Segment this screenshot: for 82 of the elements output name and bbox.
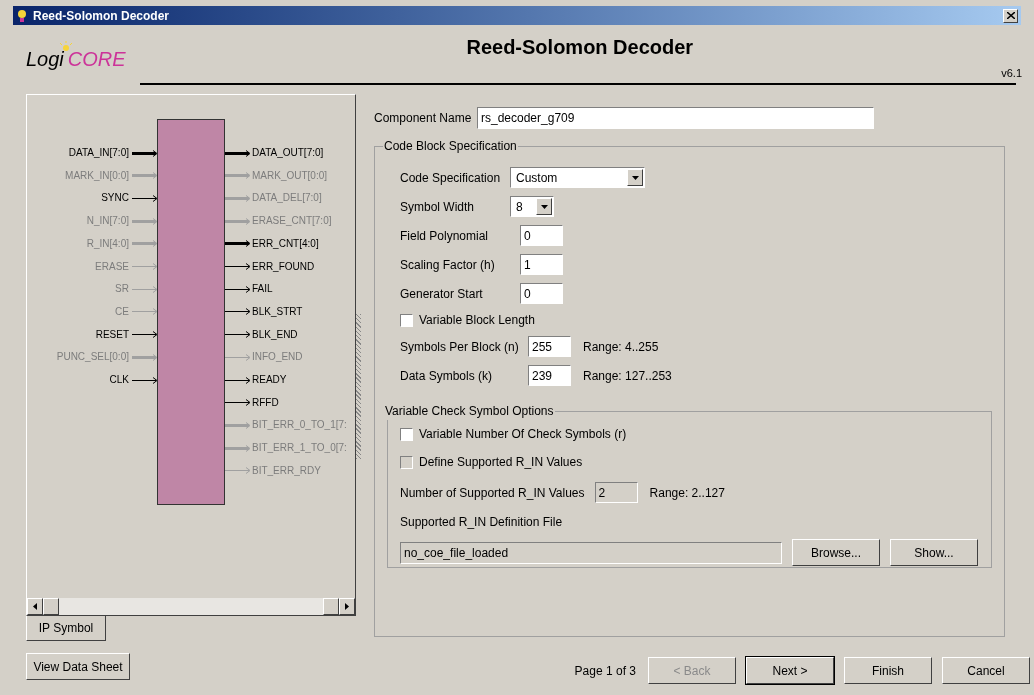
pin-label: ERR_FOUND	[252, 260, 315, 273]
scroll-left-icon[interactable]	[33, 603, 37, 610]
pin-label: DATA_OUT[7:0]	[252, 147, 324, 159]
group-title: Variable Check Symbol Options	[384, 403, 555, 420]
pin-label: BIT_ERR_RDY	[252, 464, 321, 477]
caret-icon	[631, 175, 639, 180]
button[interactable]: Cancel	[942, 657, 1030, 684]
component-name-field[interactable]: rs_decoder_g709	[477, 106, 874, 129]
pin-label: RFFD	[252, 396, 279, 409]
splitter-handle[interactable]	[356, 314, 361, 459]
field-label: Code Specification	[400, 169, 502, 187]
dropdown-value: Custom	[515, 169, 559, 187]
dropdown[interactable]: Custom	[510, 167, 645, 188]
range-text: Range: 127..253	[583, 367, 672, 385]
group-title: Code Block Specification	[383, 138, 518, 155]
bulb-icon	[16, 8, 28, 23]
pin-label: MARK_IN[0:0]	[65, 169, 129, 182]
pin-label: BIT_ERR_0_TO_1[7:	[252, 419, 347, 432]
button[interactable]: Finish	[844, 657, 932, 684]
field-label: Supported R_IN Definition File	[400, 514, 564, 531]
field-label: Scaling Factor (h)	[400, 256, 496, 274]
button[interactable]: Show...	[890, 539, 978, 566]
logo: Logi CORE	[26, 39, 130, 71]
button[interactable]: Browse...	[792, 539, 880, 566]
field-label: Field Polynomial	[400, 227, 490, 245]
button[interactable]: Next >	[746, 657, 834, 684]
field-label: Generator Start	[400, 285, 484, 303]
version-text: v6.1	[1001, 65, 1022, 81]
pin-label: ERASE	[95, 260, 129, 273]
field-label: Number of Supported R_IN Values	[400, 484, 585, 502]
close-icon	[1006, 12, 1015, 19]
pin-label: FAIL	[252, 283, 273, 296]
pin-label: BIT_ERR_1_TO_0[7:	[252, 442, 347, 455]
page-indicator: Page 1 of 3	[574, 662, 636, 680]
tab[interactable]: IP Symbol	[26, 616, 106, 641]
pin-label: READY	[252, 374, 287, 386]
field-label: Component Name	[374, 109, 473, 127]
pin-label: BLK_END	[252, 328, 298, 341]
horizontal-scrollbar[interactable]	[27, 598, 355, 615]
checkbox-label: Variable Block Length	[419, 312, 535, 329]
field-label: Symbol Width	[400, 198, 476, 216]
pin-label: CE	[115, 305, 129, 318]
pin-label: SYNC	[101, 192, 129, 205]
text-field[interactable]: 1	[520, 254, 563, 275]
checkbox-label: Variable Number Of Check Symbols (r)	[419, 426, 627, 443]
checkbox-label: Define Supported R_IN Values	[419, 454, 583, 471]
pin-label: PUNC_SEL[0:0]	[56, 351, 129, 364]
pin-label: DATA_IN[7:0]	[68, 147, 129, 159]
field-label: Data Symbols (k)	[400, 367, 494, 385]
pin-label: R_IN[4:0]	[86, 237, 129, 250]
text-field[interactable]: 2	[594, 482, 638, 503]
window-title: Reed-Solomon Decoder	[33, 7, 170, 25]
checkbox[interactable]	[400, 455, 413, 469]
pin-label: SR	[115, 283, 129, 296]
dropdown[interactable]: 8	[510, 196, 554, 217]
page-title: Reed-Solomon Decoder	[466, 34, 694, 60]
text-field[interactable]: 239	[528, 365, 571, 386]
pin-label: DATA_DEL[7:0]	[252, 192, 322, 205]
range-text: Range: 4..255	[583, 338, 659, 356]
dropdown-value: 8	[515, 198, 524, 216]
field-label: Symbols Per Block (n)	[400, 338, 518, 356]
pin-label: RESET	[95, 328, 129, 341]
checkbox[interactable]	[400, 427, 413, 441]
pin-label: CLK	[109, 374, 129, 386]
checkbox[interactable]	[400, 313, 413, 327]
file-field[interactable]: no_coe_file_loaded	[400, 541, 782, 564]
pin-label: N_IN[7:0]	[86, 215, 129, 228]
text-field[interactable]: 0	[520, 225, 563, 246]
close-button[interactable]	[1003, 8, 1018, 23]
pin-label: MARK_OUT[0:0]	[252, 169, 328, 182]
pin-label: ERR_CNT[4:0]	[252, 237, 319, 250]
text-field[interactable]: 255	[528, 336, 571, 357]
button[interactable]: View Data Sheet	[26, 653, 130, 680]
caret-icon	[540, 204, 548, 209]
scroll-thumb[interactable]	[323, 598, 339, 615]
range-text: Range: 2..127	[649, 484, 725, 502]
text-field[interactable]: 0	[520, 283, 563, 304]
pin-label: INFO_END	[252, 351, 303, 364]
scroll-thumb[interactable]	[43, 598, 59, 615]
scroll-right-icon[interactable]	[345, 603, 349, 610]
pin-label: BLK_STRT	[252, 305, 303, 318]
pin-label: ERASE_CNT[7:0]	[252, 215, 332, 228]
